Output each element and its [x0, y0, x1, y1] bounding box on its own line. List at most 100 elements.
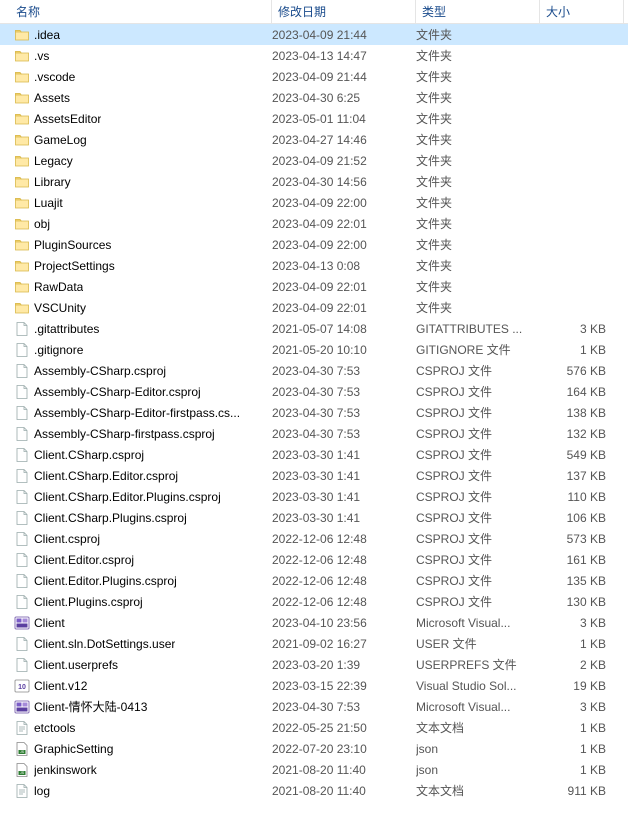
file-date: 2023-04-09 22:01 — [272, 301, 416, 315]
file-name: Client.Plugins.csproj — [34, 595, 143, 609]
file-row[interactable]: GameLog2023-04-27 14:46文件夹 — [0, 129, 628, 150]
svg-text:JS: JS — [20, 750, 25, 754]
file-type: 文本文档 — [416, 719, 540, 736]
file-type: Microsoft Visual... — [416, 616, 540, 630]
file-row[interactable]: .gitignore2021-05-20 10:10GITIGNORE 文件1 … — [0, 339, 628, 360]
file-name: .idea — [34, 28, 60, 42]
file-name: etctools — [34, 721, 75, 735]
file-date: 2023-04-09 21:44 — [272, 28, 416, 42]
file-type: 文件夹 — [416, 278, 540, 295]
file-date: 2023-04-30 14:56 — [272, 175, 416, 189]
file-row[interactable]: .vs2023-04-13 14:47文件夹 — [0, 45, 628, 66]
file-name-cell: Client.CSharp.csproj — [14, 447, 272, 463]
file-icon — [14, 510, 30, 526]
file-type: USERPREFS 文件 — [416, 656, 540, 673]
file-row[interactable]: Assembly-CSharp-Editor-firstpass.cs...20… — [0, 402, 628, 423]
file-name: Library — [34, 175, 71, 189]
file-row[interactable]: JSjenkinswork2021-08-20 11:40json1 KB — [0, 759, 628, 780]
column-header-type[interactable]: 类型 — [416, 0, 540, 23]
file-row[interactable]: Assembly-CSharp.csproj2023-04-30 7:53CSP… — [0, 360, 628, 381]
file-type: 文件夹 — [416, 152, 540, 169]
file-row[interactable]: obj2023-04-09 22:01文件夹 — [0, 213, 628, 234]
file-row[interactable]: Library2023-04-30 14:56文件夹 — [0, 171, 628, 192]
file-type: CSPROJ 文件 — [416, 509, 540, 526]
file-row[interactable]: Assembly-CSharp-Editor.csproj2023-04-30 … — [0, 381, 628, 402]
column-header-size[interactable]: 大小 — [540, 0, 624, 23]
file-row[interactable]: Assembly-CSharp-firstpass.csproj2023-04-… — [0, 423, 628, 444]
svg-text:10: 10 — [18, 684, 26, 691]
file-row[interactable]: Client-情怀大陆-04132023-04-30 7:53Microsoft… — [0, 696, 628, 717]
file-type: GITIGNORE 文件 — [416, 341, 540, 358]
file-row[interactable]: AssetsEditor2023-05-01 11:04文件夹 — [0, 108, 628, 129]
file-row[interactable]: Legacy 2023-04-09 21:52文件夹 — [0, 150, 628, 171]
file-date: 2023-04-30 7:53 — [272, 406, 416, 420]
file-name-cell: Client.Editor.csproj — [14, 552, 272, 568]
file-row[interactable]: Client.sln.DotSettings.user2021-09-02 16… — [0, 633, 628, 654]
file-size: 135 KB — [540, 574, 612, 588]
file-name-cell: Assembly-CSharp-firstpass.csproj — [14, 426, 272, 442]
file-date: 2023-05-01 11:04 — [272, 112, 416, 126]
folder-icon — [14, 27, 30, 43]
file-icon — [14, 468, 30, 484]
file-size: 1 KB — [540, 343, 612, 357]
file-row[interactable]: Luajit2023-04-09 22:00文件夹 — [0, 192, 628, 213]
file-name-cell: Assembly-CSharp-Editor-firstpass.cs... — [14, 405, 272, 421]
file-icon — [14, 720, 30, 736]
file-row[interactable]: Client.Editor.csproj2022-12-06 12:48CSPR… — [0, 549, 628, 570]
column-header-name[interactable]: 名称 — [0, 0, 272, 23]
file-name: AssetsEditor — [34, 112, 101, 126]
file-name: PluginSources — [34, 238, 111, 252]
file-row[interactable]: PluginSources2023-04-09 22:00文件夹 — [0, 234, 628, 255]
file-size: 19 KB — [540, 679, 612, 693]
file-row[interactable]: Client.userprefs2023-03-20 1:39USERPREFS… — [0, 654, 628, 675]
file-row[interactable]: JSGraphicSetting2022-07-20 23:10json1 KB — [0, 738, 628, 759]
file-row[interactable]: Client.CSharp.Editor.Plugins.csproj2023-… — [0, 486, 628, 507]
file-icon — [14, 699, 30, 715]
folder-icon — [14, 174, 30, 190]
file-row[interactable]: VSCUnity2023-04-09 22:01文件夹 — [0, 297, 628, 318]
folder-icon — [14, 300, 30, 316]
file-name-cell: .idea — [14, 27, 272, 43]
file-row[interactable]: log2021-08-20 11:40文本文档911 KB — [0, 780, 628, 801]
file-row[interactable]: Client.Editor.Plugins.csproj2022-12-06 1… — [0, 570, 628, 591]
file-name: Client.csproj — [34, 532, 100, 546]
file-row[interactable]: 10Client.v122023-03-15 22:39Visual Studi… — [0, 675, 628, 696]
file-size: 1 KB — [540, 721, 612, 735]
file-size: 110 KB — [540, 490, 612, 504]
file-row[interactable]: Client.CSharp.Editor.csproj2023-03-30 1:… — [0, 465, 628, 486]
file-row[interactable]: Client.csproj2022-12-06 12:48CSPROJ 文件57… — [0, 528, 628, 549]
file-row[interactable]: Client2023-04-10 23:56Microsoft Visual..… — [0, 612, 628, 633]
file-icon — [14, 342, 30, 358]
file-size: 1 KB — [540, 742, 612, 756]
file-name-cell: Client — [14, 615, 272, 631]
folder-icon — [14, 216, 30, 232]
file-size: 576 KB — [540, 364, 612, 378]
column-header-date[interactable]: 修改日期 — [272, 0, 416, 23]
file-type: CSPROJ 文件 — [416, 530, 540, 547]
file-type: USER 文件 — [416, 635, 540, 652]
folder-icon — [14, 279, 30, 295]
file-name: .gitignore — [34, 343, 83, 357]
file-date: 2023-04-13 0:08 — [272, 259, 416, 273]
file-name: Legacy — [34, 154, 73, 168]
file-name-cell: VSCUnity — [14, 300, 272, 316]
file-row[interactable]: .vscode2023-04-09 21:44文件夹 — [0, 66, 628, 87]
file-row[interactable]: Client.CSharp.csproj2023-03-30 1:41CSPRO… — [0, 444, 628, 465]
file-type: CSPROJ 文件 — [416, 446, 540, 463]
file-row[interactable]: etctools2022-05-25 21:50文本文档1 KB — [0, 717, 628, 738]
file-row[interactable]: .gitattributes2021-05-07 14:08GITATTRIBU… — [0, 318, 628, 339]
file-row[interactable]: ProjectSettings2023-04-13 0:08文件夹 — [0, 255, 628, 276]
file-icon — [14, 783, 30, 799]
file-type: json — [416, 742, 540, 756]
file-name: Assets — [34, 91, 70, 105]
file-row[interactable]: .idea2023-04-09 21:44文件夹 — [0, 24, 628, 45]
file-name: ProjectSettings — [34, 259, 115, 273]
file-date: 2023-04-09 21:52 — [272, 154, 416, 168]
file-size: 3 KB — [540, 616, 612, 630]
file-date: 2023-03-30 1:41 — [272, 490, 416, 504]
file-row[interactable]: RawData2023-04-09 22:01文件夹 — [0, 276, 628, 297]
file-row[interactable]: Client.Plugins.csproj2022-12-06 12:48CSP… — [0, 591, 628, 612]
file-row[interactable]: Assets2023-04-30 6:25文件夹 — [0, 87, 628, 108]
file-size: 2 KB — [540, 658, 612, 672]
file-row[interactable]: Client.CSharp.Plugins.csproj2023-03-30 1… — [0, 507, 628, 528]
